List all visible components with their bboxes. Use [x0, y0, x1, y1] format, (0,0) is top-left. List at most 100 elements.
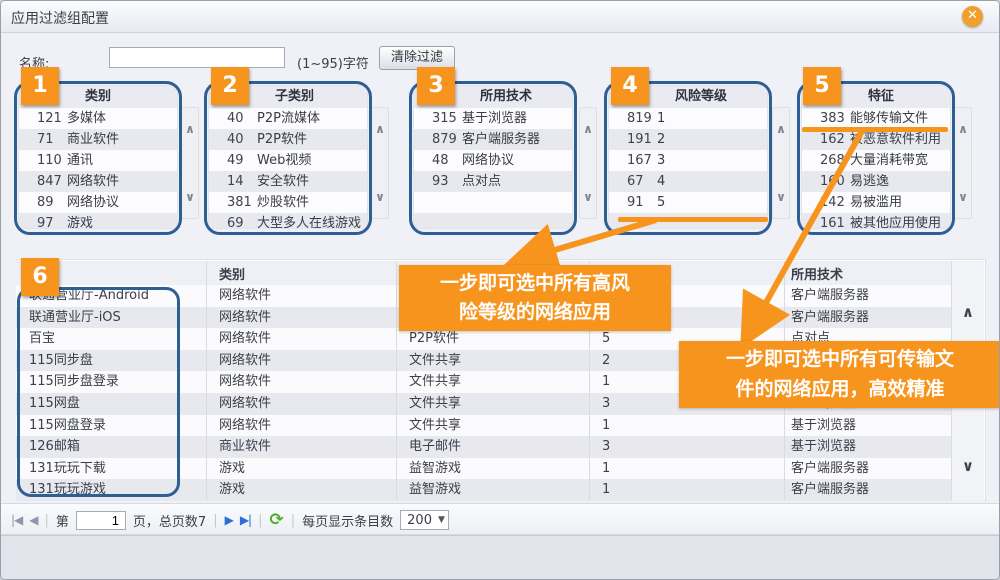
next-page-button[interactable]: ▶ [225, 513, 233, 527]
list-item[interactable]: 1912 [609, 129, 767, 150]
list-item[interactable]: 879客户端服务器 [414, 129, 572, 150]
list-item[interactable]: 8191 [609, 108, 767, 129]
list-item[interactable]: 315基于浏览器 [414, 108, 572, 129]
list-item[interactable]: 915 [609, 192, 767, 213]
cell: 益智游戏 [396, 458, 589, 480]
chevron-up-icon[interactable]: ∧ [580, 122, 596, 136]
cell: 被其他应用使用 [850, 213, 950, 229]
chevron-down-icon[interactable]: ∨ [955, 190, 971, 204]
chevron-up-icon[interactable]: ∧ [955, 122, 971, 136]
cell: 383 [802, 108, 850, 129]
badge-3: 3 [417, 67, 455, 105]
cell: 115网盘 [16, 393, 206, 415]
cell: 268 [802, 150, 850, 171]
refresh-icon[interactable]: ⟳ [270, 512, 284, 529]
column-divider [206, 261, 207, 501]
col-header-category: 类别 [206, 264, 396, 283]
scrollbar[interactable]: ∧ ∨ [579, 107, 597, 219]
cell: 客户端服务器 [784, 479, 941, 501]
callout-line: 一步即可选中所有高风 [399, 269, 671, 298]
list-item[interactable]: 142易被滥用 [802, 192, 950, 213]
scrollbar[interactable]: ∧ ∨ [954, 107, 972, 219]
cell: 71 [19, 129, 67, 150]
table-row[interactable]: 131玩玩游戏游戏益智游戏1客户端服务器 [16, 479, 951, 501]
cell: 115同步盘登录 [16, 371, 206, 393]
name-input[interactable] [109, 47, 285, 68]
list-item[interactable]: 383能够传输文件 [802, 108, 950, 129]
cell: 文件共享 [396, 393, 589, 415]
list-rows: 121多媒体71商业软件110通讯847网络软件89网络协议97游戏 [19, 108, 177, 229]
list-item[interactable]: 93点对点 [414, 171, 572, 192]
page-number-input[interactable] [76, 511, 126, 530]
cell: 1 [657, 108, 767, 129]
list-item[interactable]: 49Web视频 [209, 150, 367, 171]
prev-page-button[interactable]: ◀ [29, 513, 37, 527]
cell: 基于浏览器 [784, 415, 941, 437]
cell: 商业软件 [67, 129, 177, 150]
list-item[interactable]: 40P2P软件 [209, 129, 367, 150]
list-item[interactable]: 89网络协议 [19, 192, 177, 213]
scrollbar[interactable]: ∧ ∨ [371, 107, 389, 219]
chevron-up-icon[interactable]: ∧ [372, 122, 388, 136]
list-rows: 40P2P流媒体40P2P软件49Web视频14安全软件381炒股软件69大型多… [209, 108, 367, 229]
chevron-up-icon[interactable]: ∧ [952, 303, 984, 321]
cell: 40 [209, 129, 257, 150]
chevron-down-icon[interactable]: ∨ [372, 190, 388, 204]
list-item[interactable]: 14安全软件 [209, 171, 367, 192]
cell: 网络软件 [67, 171, 177, 192]
first-page-button[interactable]: |◀ [11, 513, 22, 527]
chevron-down-icon[interactable]: ∨ [182, 190, 198, 204]
list-item[interactable]: 71商业软件 [19, 129, 177, 150]
list-item[interactable]: 48网络协议 [414, 150, 572, 171]
chevron-down-icon[interactable]: ∨ [580, 190, 596, 204]
chevron-up-icon[interactable]: ∧ [182, 122, 198, 136]
cell: 客户端服务器 [784, 458, 941, 480]
list-item[interactable]: 847网络软件 [19, 171, 177, 192]
cell: 1 [589, 415, 784, 437]
table-row[interactable]: 126邮箱商业软件电子邮件3基于浏览器 [16, 436, 951, 458]
cell: 1 [589, 458, 784, 480]
cell: 14 [209, 171, 257, 192]
last-page-button[interactable]: ▶| [240, 513, 251, 527]
list-item[interactable]: 381炒股软件 [209, 192, 367, 213]
list-item[interactable]: 1673 [609, 150, 767, 171]
chevron-up-icon[interactable]: ∧ [773, 122, 789, 136]
cell: 3 [589, 436, 784, 458]
chevron-down-icon[interactable]: ∨ [952, 457, 984, 475]
callout-line: 件的网络应用，高效精准 [679, 375, 1000, 404]
list-item[interactable]: 162被恶意软件利用 [802, 129, 950, 150]
chevron-down-icon[interactable]: ∨ [773, 190, 789, 204]
list-item[interactable]: 69大型多人在线游戏 [209, 213, 367, 229]
list-item[interactable]: 161被其他应用使用 [802, 213, 950, 229]
cell: 381 [209, 192, 257, 213]
scrollbar[interactable]: ∧ ∨ [181, 107, 199, 219]
list-risk-level: 风险等级 819119121673674915 [608, 85, 768, 229]
cell: 2 [657, 129, 767, 150]
scrollbar[interactable]: ∧ ∨ [772, 107, 790, 219]
list-item[interactable]: 40P2P流媒体 [209, 108, 367, 129]
cell: P2P软件 [396, 328, 589, 350]
table-row[interactable]: 115网盘登录网络软件文件共享1基于浏览器 [16, 415, 951, 437]
cell: 网络软件 [206, 285, 396, 307]
cell: 游戏 [206, 479, 396, 501]
app-filter-group-dialog: 应用过滤组配置 ✕ 名称: (1~95)字符 清除过滤 类别 121多媒体71商… [0, 0, 1000, 580]
per-page-select[interactable]: 200 ▼ [400, 510, 449, 530]
list-item[interactable]: 110通讯 [19, 150, 177, 171]
cell: 97 [19, 213, 67, 229]
badge-4: 4 [611, 67, 649, 105]
list-item[interactable]: 97游戏 [19, 213, 177, 229]
list-item[interactable]: 121多媒体 [19, 108, 177, 129]
table-row[interactable]: 131玩玩下载游戏益智游戏1客户端服务器 [16, 458, 951, 480]
cell: 167 [609, 150, 657, 171]
list-item[interactable]: 160易逃逸 [802, 171, 950, 192]
cell: 819 [609, 108, 657, 129]
close-icon[interactable]: ✕ [962, 6, 983, 27]
list-item[interactable]: 268大量消耗带宽 [802, 150, 950, 171]
list-rows: 819119121673674915 [609, 108, 767, 229]
cell: 160 [802, 171, 850, 192]
list-item[interactable]: 674 [609, 171, 767, 192]
cell: 49 [209, 150, 257, 171]
cell: 315 [414, 108, 462, 129]
badge-2: 2 [211, 67, 249, 105]
pager-controls: |◀ ◀ | 第 页，总页数7 | ▶ ▶| | ⟳ | 每页显示条目数 200… [11, 504, 449, 536]
